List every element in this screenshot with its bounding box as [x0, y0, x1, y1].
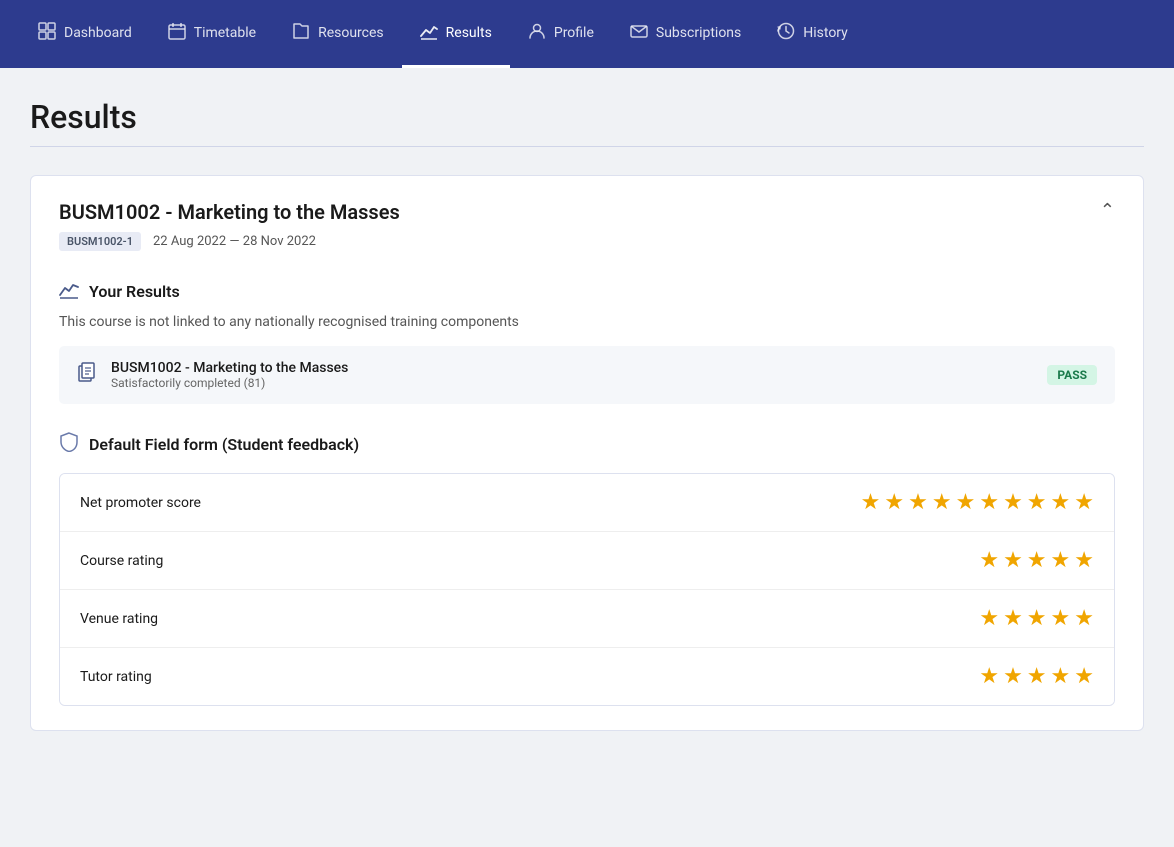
star-6: ★ [979, 490, 999, 515]
star-10: ★ [1074, 490, 1094, 515]
nav-item-subscriptions[interactable]: Subscriptions [612, 0, 759, 68]
navbar: Dashboard Timetable Resources [0, 0, 1174, 68]
nav-item-profile[interactable]: Profile [510, 0, 612, 68]
course-header: BUSM1002 - Marketing to the Masses BUSM1… [59, 200, 1115, 251]
result-row-left: BUSM1002 - Marketing to the Masses Satis… [77, 360, 348, 390]
feedback-card: Net promoter score ★ ★ ★ ★ ★ ★ ★ ★ ★ ★ C… [59, 473, 1115, 706]
nav-label-dashboard: Dashboard [64, 25, 132, 41]
nav-label-results: Results [446, 25, 492, 41]
result-row: BUSM1002 - Marketing to the Masses Satis… [59, 346, 1115, 404]
nav-item-history[interactable]: History [759, 0, 866, 68]
nps-stars: ★ ★ ★ ★ ★ ★ ★ ★ ★ ★ [861, 490, 1094, 515]
main-content: Results BUSM1002 - Marketing to the Mass… [0, 68, 1174, 847]
nav-item-resources[interactable]: Resources [274, 0, 402, 68]
title-divider [30, 146, 1144, 147]
feedback-row-course: Course rating ★ ★ ★ ★ ★ [60, 532, 1114, 590]
feedback-row-venue: Venue rating ★ ★ ★ ★ ★ [60, 590, 1114, 648]
feedback-heading: Default Field form (Student feedback) [59, 432, 1115, 457]
course-card: BUSM1002 - Marketing to the Masses BUSM1… [30, 175, 1144, 731]
nav-label-timetable: Timetable [194, 25, 256, 41]
feedback-label-nps: Net promoter score [80, 495, 201, 511]
star-c3: ★ [1027, 548, 1047, 573]
nav-label-history: History [803, 25, 848, 41]
course-code-badge: BUSM1002-1 [59, 232, 141, 251]
star-t4: ★ [1051, 664, 1071, 689]
feedback-title: Default Field form (Student feedback) [89, 435, 359, 454]
history-icon [777, 22, 795, 44]
dashboard-icon [38, 22, 56, 44]
feedback-row-nps: Net promoter score ★ ★ ★ ★ ★ ★ ★ ★ ★ ★ [60, 474, 1114, 532]
star-c2: ★ [1003, 548, 1023, 573]
subscriptions-icon [630, 22, 648, 44]
nav-label-resources: Resources [318, 25, 384, 41]
course-info: BUSM1002 - Marketing to the Masses BUSM1… [59, 200, 400, 251]
nav-item-results[interactable]: Results [402, 0, 510, 68]
star-7: ★ [1003, 490, 1023, 515]
result-status: Satisfactorily completed (81) [111, 376, 348, 390]
results-section-icon [59, 279, 79, 304]
star-9: ★ [1051, 490, 1071, 515]
star-t5: ★ [1074, 664, 1094, 689]
nav-item-dashboard[interactable]: Dashboard [20, 0, 150, 68]
star-c5: ★ [1074, 548, 1094, 573]
tutor-stars: ★ ★ ★ ★ ★ [979, 664, 1094, 689]
feedback-label-venue: Venue rating [80, 611, 158, 627]
star-v5: ★ [1074, 606, 1094, 631]
not-linked-text: This course is not linked to any nationa… [59, 314, 1115, 330]
star-c4: ★ [1051, 548, 1071, 573]
venue-stars: ★ ★ ★ ★ ★ [979, 606, 1094, 631]
star-t1: ★ [979, 664, 999, 689]
results-icon [420, 22, 438, 44]
collapse-button[interactable]: ⌃ [1100, 200, 1115, 221]
course-title: BUSM1002 - Marketing to the Masses [59, 200, 400, 224]
feedback-label-tutor: Tutor rating [80, 669, 152, 685]
star-3: ★ [908, 490, 928, 515]
timetable-icon [168, 22, 186, 44]
nav-label-profile: Profile [554, 25, 594, 41]
feedback-row-tutor: Tutor rating ★ ★ ★ ★ ★ [60, 648, 1114, 705]
course-meta: BUSM1002-1 22 Aug 2022 — 28 Nov 2022 [59, 232, 400, 251]
course-stars: ★ ★ ★ ★ ★ [979, 548, 1094, 573]
star-t2: ★ [1003, 664, 1023, 689]
result-name: BUSM1002 - Marketing to the Masses [111, 360, 348, 376]
star-t3: ★ [1027, 664, 1047, 689]
profile-icon [528, 22, 546, 44]
course-dates: 22 Aug 2022 — 28 Nov 2022 [153, 234, 316, 249]
nav-item-timetable[interactable]: Timetable [150, 0, 274, 68]
shield-icon [59, 432, 79, 457]
nav-label-subscriptions: Subscriptions [656, 25, 741, 41]
results-section-title: Your Results [89, 282, 180, 301]
resources-icon [292, 22, 310, 44]
star-v3: ★ [1027, 606, 1047, 631]
star-v2: ★ [1003, 606, 1023, 631]
star-1: ★ [861, 490, 881, 515]
result-details: BUSM1002 - Marketing to the Masses Satis… [111, 360, 348, 390]
star-8: ★ [1027, 490, 1047, 515]
star-5: ★ [956, 490, 976, 515]
feedback-label-course: Course rating [80, 553, 163, 569]
star-v4: ★ [1051, 606, 1071, 631]
star-2: ★ [884, 490, 904, 515]
page-title: Results [30, 98, 1144, 136]
star-4: ★ [932, 490, 952, 515]
star-v1: ★ [979, 606, 999, 631]
result-row-icon [77, 362, 99, 389]
results-section-heading: Your Results [59, 279, 1115, 304]
star-c1: ★ [979, 548, 999, 573]
pass-badge: PASS [1047, 365, 1097, 385]
